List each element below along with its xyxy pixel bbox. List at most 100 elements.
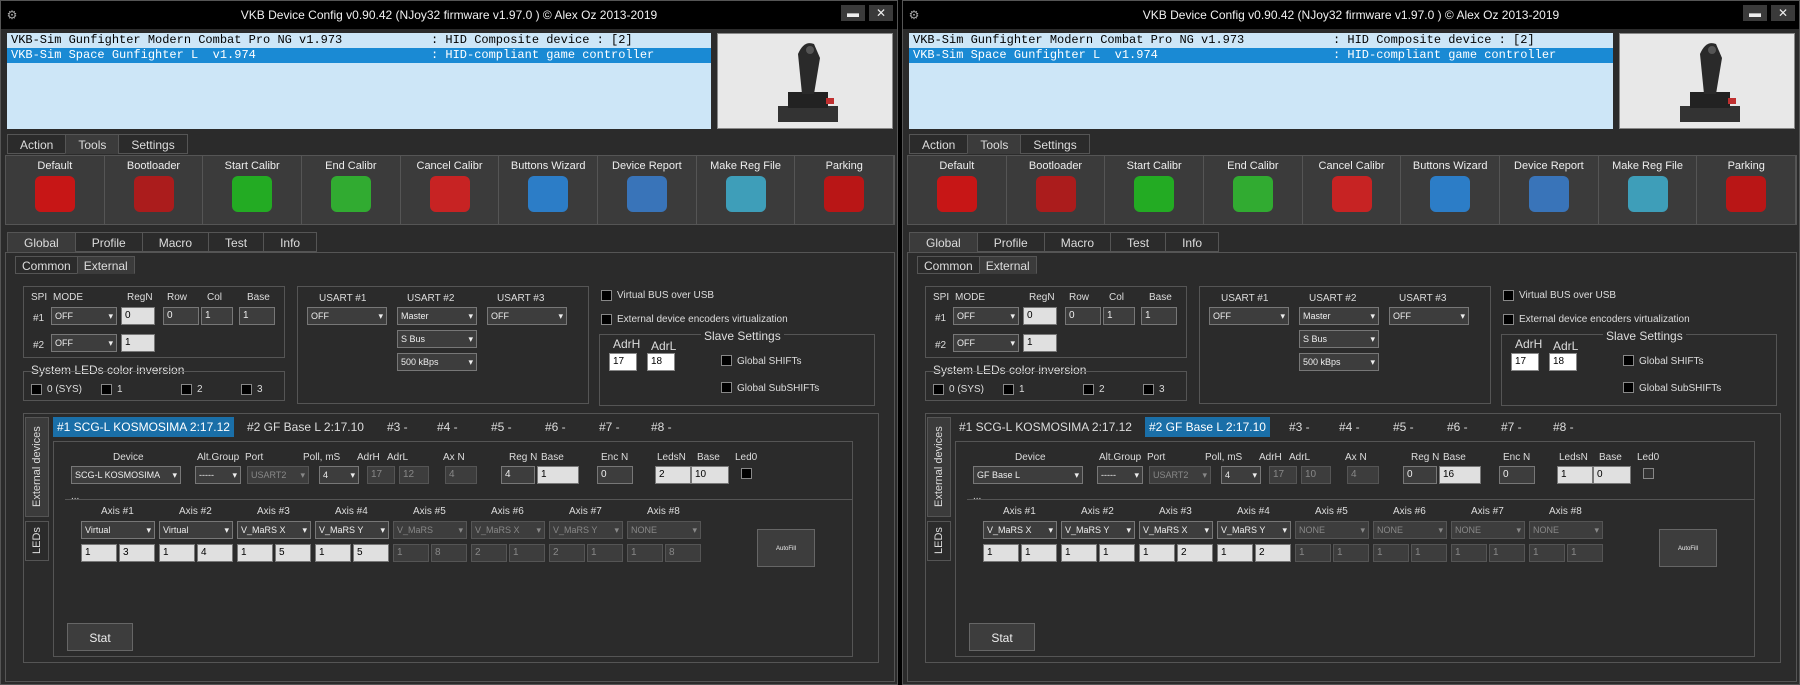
encoder-virt-checkbox[interactable] <box>601 314 612 325</box>
device-select[interactable]: SCG-L KOSMOSIMA <box>71 466 181 484</box>
axis-source-select[interactable]: NONE <box>1295 521 1369 539</box>
tab-global[interactable]: Global <box>909 232 978 252</box>
axis-source-select[interactable]: NONE <box>1373 521 1447 539</box>
global-subshifts-checkbox[interactable] <box>721 382 732 393</box>
axis-param-b-stepper[interactable]: 4 <box>197 544 233 562</box>
axis-param-a-stepper[interactable]: 1 <box>1451 544 1487 562</box>
adrl-input[interactable]: 18 <box>647 353 675 371</box>
poll-select[interactable]: 4 <box>319 466 359 484</box>
encoder-virt-checkbox[interactable] <box>1503 314 1514 325</box>
axis-param-b-stepper[interactable]: 1 <box>1567 544 1603 562</box>
base-stepper[interactable]: 1 <box>537 466 579 484</box>
regn-stepper[interactable]: 4 <box>501 466 535 484</box>
axis-param-a-stepper[interactable]: 1 <box>393 544 429 562</box>
poll-select[interactable]: 4 <box>1221 466 1261 484</box>
tool-parking-button[interactable]: Parking <box>1697 156 1797 224</box>
axis-source-select[interactable]: V_MaRS Y <box>549 521 623 539</box>
regn-stepper[interactable]: 0 <box>1403 466 1437 484</box>
stat-button[interactable]: Stat <box>67 623 133 651</box>
ledsn-stepper[interactable]: 2 <box>655 466 691 484</box>
ext-device-tab[interactable]: #1 SCG-L KOSMOSIMA 2:17.12 <box>53 417 234 437</box>
tab-profile[interactable]: Profile <box>976 232 1045 252</box>
ext-device-tab[interactable]: #3 - <box>1285 417 1314 437</box>
usart3-select[interactable]: OFF <box>487 307 567 325</box>
alt-group-select[interactable]: ----- <box>195 466 241 484</box>
axis-param-b-stepper[interactable]: 1 <box>1411 544 1447 562</box>
ext-device-tab[interactable]: #6 - <box>1443 417 1472 437</box>
virtual-bus-checkbox[interactable] <box>601 290 612 301</box>
tool-make-reg-file-button[interactable]: Make Reg File <box>697 156 796 224</box>
tab-macro[interactable]: Macro <box>141 232 210 252</box>
port-select[interactable]: USART2 <box>1149 466 1211 484</box>
ext-device-tab[interactable]: #3 - <box>383 417 412 437</box>
sys-led-checkbox-3[interactable] <box>241 384 252 395</box>
virtual-bus-checkbox[interactable] <box>1503 290 1514 301</box>
spi1-col-input[interactable]: 1 <box>1103 307 1135 325</box>
axis-param-b-stepper[interactable]: 1 <box>1489 544 1525 562</box>
axis-param-a-stepper[interactable]: 1 <box>1139 544 1175 562</box>
ext-device-tab[interactable]: #4 - <box>1335 417 1364 437</box>
tool-end-calibr-button[interactable]: End Calibr <box>302 156 401 224</box>
side-tab-external-devices[interactable]: External devices <box>25 417 49 517</box>
ext-device-tab[interactable]: #1 SCG-L KOSMOSIMA 2:17.12 <box>955 417 1136 437</box>
axis-param-b-stepper[interactable]: 1 <box>1099 544 1135 562</box>
spi1-base-input[interactable]: 1 <box>239 307 275 325</box>
axis-source-select[interactable]: NONE <box>1529 521 1603 539</box>
axis-param-a-stepper[interactable]: 1 <box>159 544 195 562</box>
tool-device-report-button[interactable]: Device Report <box>598 156 697 224</box>
tab-external[interactable]: External <box>978 256 1037 274</box>
axis-param-a-stepper[interactable]: 1 <box>627 544 663 562</box>
ext-device-tab[interactable]: #4 - <box>433 417 462 437</box>
ext-device-tab[interactable]: #6 - <box>541 417 570 437</box>
ext-device-tab[interactable]: #7 - <box>595 417 624 437</box>
global-shifts-checkbox[interactable] <box>721 355 732 366</box>
sys-led-checkbox-3[interactable] <box>1143 384 1154 395</box>
device-list-item[interactable]: VKB-Sim Space Gunfighter L v1.974: HID-c… <box>7 48 711 63</box>
tool-start-calibr-button[interactable]: Start Calibr <box>203 156 303 224</box>
device-list[interactable]: VKB-Sim Gunfighter Modern Combat Pro NG … <box>909 33 1613 129</box>
tool-start-calibr-button[interactable]: Start Calibr <box>1105 156 1205 224</box>
tool-default-button[interactable]: Default <box>908 156 1007 224</box>
close-button[interactable]: ✕ <box>1771 5 1795 21</box>
tool-bootloader-button[interactable]: Bootloader <box>1007 156 1106 224</box>
adrh-input[interactable]: 17 <box>609 353 637 371</box>
stat-button[interactable]: Stat <box>969 623 1035 651</box>
base2-stepper[interactable]: 0 <box>1593 466 1631 484</box>
axis-source-select[interactable]: V_MaRS Y <box>1061 521 1135 539</box>
axis-source-select[interactable]: Virtual <box>81 521 155 539</box>
axis-param-a-stepper[interactable]: 1 <box>1061 544 1097 562</box>
tool-buttons-wizard-button[interactable]: Buttons Wizard <box>499 156 599 224</box>
tab-profile[interactable]: Profile <box>74 232 143 252</box>
axis-param-b-stepper[interactable]: 1 <box>1333 544 1369 562</box>
axis-param-a-stepper[interactable]: 1 <box>315 544 351 562</box>
spi1-base-input[interactable]: 1 <box>1141 307 1177 325</box>
tab-action[interactable]: Action <box>7 134 67 154</box>
axis-source-select[interactable]: V_MaRS X <box>1139 521 1213 539</box>
port-select[interactable]: USART2 <box>247 466 309 484</box>
adrh-input[interactable]: 17 <box>1511 353 1539 371</box>
tab-macro[interactable]: Macro <box>1043 232 1112 252</box>
spi1-row-input[interactable]: 0 <box>163 307 199 325</box>
base-stepper[interactable]: 16 <box>1439 466 1481 484</box>
device-list[interactable]: VKB-Sim Gunfighter Modern Combat Pro NG … <box>7 33 711 129</box>
tool-bootloader-button[interactable]: Bootloader <box>105 156 204 224</box>
axis-source-select[interactable]: NONE <box>627 521 701 539</box>
axis-param-a-stepper[interactable]: 2 <box>471 544 507 562</box>
spi2-mode-select[interactable]: OFF <box>51 334 117 352</box>
sys-led-checkbox-0[interactable] <box>31 384 42 395</box>
tool-cancel-calibr-button[interactable]: Cancel Calibr <box>1303 156 1402 224</box>
tab-info[interactable]: Info <box>263 232 318 252</box>
encn-stepper[interactable]: 0 <box>1499 466 1535 484</box>
device-list-item[interactable]: VKB-Sim Gunfighter Modern Combat Pro NG … <box>7 33 711 48</box>
tab-action[interactable]: Action <box>909 134 969 154</box>
tab-tools[interactable]: Tools <box>65 134 120 154</box>
axis-param-a-stepper[interactable]: 1 <box>983 544 1019 562</box>
spi1-col-input[interactable]: 1 <box>201 307 233 325</box>
axis-source-select[interactable]: V_MaRS X <box>237 521 311 539</box>
ext-device-tab[interactable]: #5 - <box>1389 417 1418 437</box>
axis-param-a-stepper[interactable]: 1 <box>1373 544 1409 562</box>
usart2-protocol-select[interactable]: S Bus <box>1299 330 1379 348</box>
spi1-row-input[interactable]: 0 <box>1065 307 1101 325</box>
device-list-item[interactable]: VKB-Sim Gunfighter Modern Combat Pro NG … <box>909 33 1613 48</box>
ext-device-tab[interactable]: #2 GF Base L 2:17.10 <box>243 417 368 437</box>
